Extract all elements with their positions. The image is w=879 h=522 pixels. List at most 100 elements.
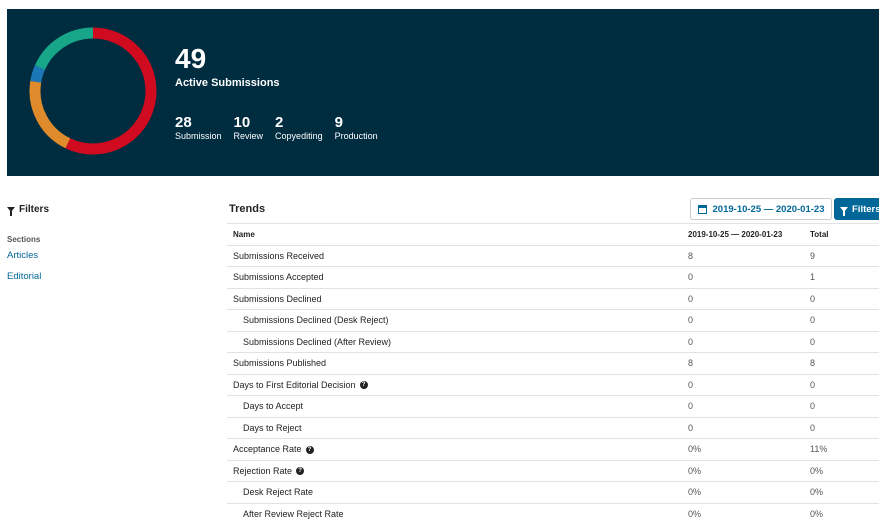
- row-name: Submissions Declined: [233, 293, 322, 304]
- row-range-value: 0%: [682, 459, 804, 482]
- row-name: Submissions Accepted: [233, 272, 324, 283]
- section-link-articles[interactable]: Articles: [7, 250, 38, 261]
- row-name-cell: Acceptance Rate?: [227, 438, 682, 460]
- row-name: Acceptance Rate: [233, 444, 302, 455]
- stage-stat-copyediting: 2 Copyediting: [275, 115, 323, 141]
- stage-count: 2: [275, 114, 284, 131]
- active-submissions-count: 49: [175, 43, 207, 74]
- table-row: Days to Accept 0 0: [227, 395, 879, 417]
- row-total-value: 1: [804, 266, 879, 288]
- stage-count: 10: [233, 114, 251, 131]
- row-name-cell: Submissions Declined (Desk Reject): [227, 309, 682, 331]
- row-name-cell: Submissions Declined (After Review): [227, 330, 682, 353]
- donut-segment-production: [34, 27, 94, 70]
- table-row: Submissions Accepted 0 1: [227, 266, 879, 288]
- row-total-value: 0: [804, 395, 879, 417]
- row-name: After Review Reject Rate: [243, 509, 344, 519]
- help-icon[interactable]: ?: [359, 381, 368, 390]
- stage-stat-review: 10 Review: [234, 115, 264, 141]
- row-name: Desk Reject Rate: [243, 487, 314, 498]
- row-total-value: 0%: [804, 481, 879, 503]
- row-name: Rejection Rate: [233, 465, 293, 476]
- row-range-value: 8: [682, 352, 804, 374]
- row-range-value: 0: [682, 395, 804, 417]
- row-range-value: 8: [682, 244, 804, 267]
- sidebar-filters-label: Filters: [19, 204, 50, 215]
- column-header-total[interactable]: Total: [804, 223, 879, 245]
- filters-button[interactable]: Filters: [834, 198, 879, 220]
- trends-table: Name 2019-10-25 — 2020-01-23 Total Submi…: [227, 223, 879, 522]
- row-range-value: 0: [682, 266, 804, 288]
- row-name-cell: Desk Reject Rate: [227, 481, 682, 503]
- row-name-cell: Rejection Rate?: [227, 459, 682, 482]
- table-row: Acceptance Rate? 0% 11%: [227, 438, 879, 460]
- row-total-value: 0: [804, 309, 879, 331]
- table-row: Rejection Rate? 0% 0%: [227, 459, 879, 482]
- row-name-cell: Submissions Accepted: [227, 266, 682, 288]
- summary-panel: 49 Active Submissions 28 Submission 10 R…: [7, 9, 879, 176]
- row-name: Submissions Declined (Desk Reject): [243, 315, 389, 326]
- row-name: Submissions Published: [233, 358, 327, 369]
- donut-segment-review: [29, 80, 71, 149]
- table-row: After Review Reject Rate 0% 0%: [227, 502, 879, 522]
- filters-button-label: Filters: [852, 203, 879, 215]
- row-name: Submissions Declined (After Review): [243, 336, 392, 347]
- table-row: Submissions Declined (Desk Reject) 0 0: [227, 309, 879, 331]
- help-icon[interactable]: ?: [296, 467, 305, 476]
- row-name: Days to First Editorial Decision: [233, 379, 356, 390]
- table-row: Days to Reject 0 0: [227, 416, 879, 439]
- sections-heading: Sections: [7, 235, 41, 244]
- sidebar-filters-heading: Filters: [7, 204, 50, 216]
- stage-label: Review: [233, 131, 264, 141]
- donut-segment-copyediting: [30, 65, 46, 83]
- table-row: Submissions Published 8 8: [227, 352, 879, 374]
- active-submissions-label: Active Submissions: [175, 77, 280, 89]
- stage-stat-production: 9 Production: [335, 115, 378, 141]
- row-total-value: 0%: [804, 502, 879, 522]
- row-range-value: 0%: [682, 502, 804, 522]
- stage-label: Submission: [175, 131, 222, 141]
- table-row: Submissions Received 8 9: [227, 244, 879, 267]
- row-total-value: 9: [804, 244, 879, 267]
- date-range-button[interactable]: 2019-10-25 — 2020-01-23: [690, 198, 832, 220]
- row-name-cell: After Review Reject Rate: [227, 502, 682, 522]
- row-name-cell: Submissions Received: [227, 244, 682, 267]
- date-range-label: 2019-10-25 — 2020-01-23: [712, 203, 825, 215]
- table-row: Desk Reject Rate 0% 0%: [227, 481, 879, 503]
- calendar-icon: [697, 204, 707, 214]
- row-range-value: 0: [682, 309, 804, 331]
- row-range-value: 0%: [682, 438, 804, 460]
- stage-stat-submission: 28 Submission: [175, 115, 222, 141]
- stage-stats: 28 Submission 10 Review 2 Copyediting 9 …: [175, 115, 390, 141]
- donut-segment-submission: [65, 27, 157, 155]
- row-name: Days to Reject: [243, 422, 302, 433]
- row-name-cell: Submissions Published: [227, 352, 682, 374]
- table-header-row: Name 2019-10-25 — 2020-01-23 Total: [227, 223, 879, 245]
- row-range-value: 0: [682, 287, 804, 310]
- table-row: Submissions Declined (After Review) 0 0: [227, 330, 879, 353]
- help-icon[interactable]: ?: [305, 445, 314, 454]
- stage-label: Production: [334, 131, 378, 141]
- row-range-value: 0: [682, 373, 804, 396]
- stage-label: Copyediting: [275, 131, 323, 141]
- column-header-range[interactable]: 2019-10-25 — 2020-01-23: [682, 223, 804, 245]
- row-name-cell: Submissions Declined: [227, 287, 682, 310]
- row-total-value: 0: [804, 330, 879, 353]
- table-row: Days to First Editorial Decision? 0 0: [227, 373, 879, 396]
- stage-count: 28: [175, 114, 192, 131]
- row-total-value: 0%: [804, 459, 879, 482]
- submissions-donut-chart: [29, 27, 157, 155]
- row-total-value: 0: [804, 416, 879, 439]
- row-total-value: 11%: [804, 438, 879, 460]
- column-header-name[interactable]: Name: [227, 223, 682, 245]
- filter-icon: [840, 206, 848, 216]
- section-link-editorial[interactable]: Editorial: [7, 271, 41, 282]
- row-range-value: 0: [682, 330, 804, 353]
- row-name-cell: Days to First Editorial Decision?: [227, 373, 682, 396]
- row-total-value: 0: [804, 287, 879, 310]
- trends-title: Trends: [229, 203, 266, 215]
- row-name-cell: Days to Reject: [227, 416, 682, 439]
- row-total-value: 8: [804, 352, 879, 374]
- row-name: Days to Accept: [243, 401, 304, 412]
- table-row: Submissions Declined 0 0: [227, 287, 879, 310]
